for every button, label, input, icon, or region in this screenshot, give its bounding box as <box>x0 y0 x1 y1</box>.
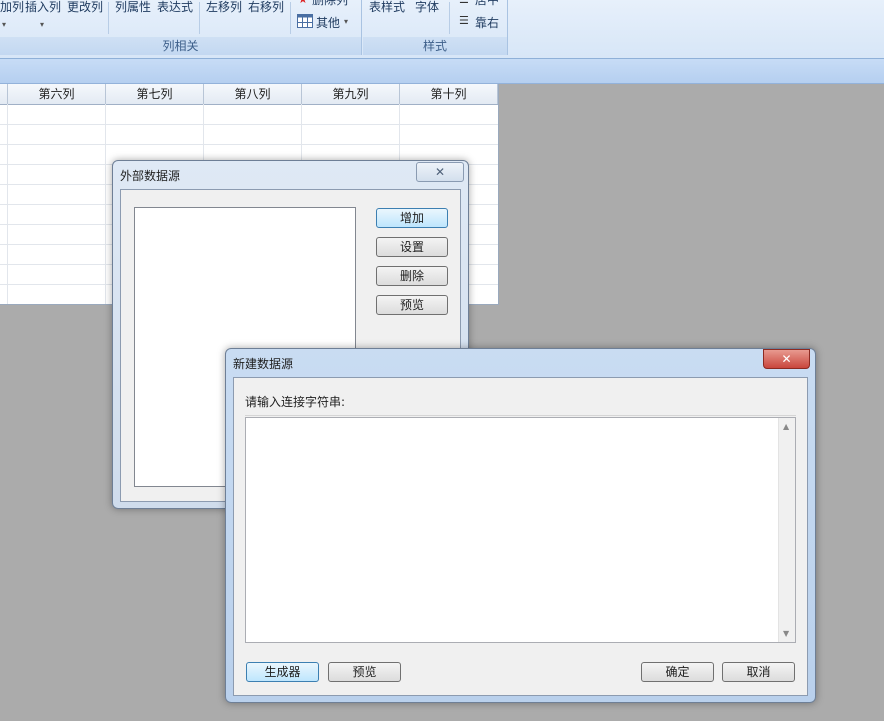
dialog-body: 请输入连接字符串: ▲ ▼ 生成器 预览 确定 取消 <box>233 377 808 696</box>
column-header-9[interactable]: 第九列 <box>302 84 400 104</box>
add-column-button[interactable]: 加列 <box>0 0 24 15</box>
other-dropdown-arrow-icon[interactable]: ▾ <box>344 17 348 26</box>
generator-button[interactable]: 生成器 <box>246 662 319 682</box>
column-header-6[interactable]: 第六列 <box>8 84 106 104</box>
settings-button[interactable]: 设置 <box>376 237 448 257</box>
cancel-button[interactable]: 取消 <box>722 662 795 682</box>
ribbon-separator <box>108 2 109 34</box>
group-caption-columns: 列相关 <box>0 37 361 55</box>
ok-button[interactable]: 确定 <box>641 662 714 682</box>
table-style-button[interactable]: 表样式 <box>369 0 405 15</box>
column-header-7[interactable]: 第七列 <box>106 84 204 104</box>
font-button[interactable]: 字体 <box>415 0 439 15</box>
toolbar-strip <box>0 59 884 84</box>
close-icon[interactable]: ✕ <box>763 349 810 369</box>
align-center-button[interactable]: 居中 <box>475 0 499 8</box>
expression-button[interactable]: 表达式 <box>157 0 193 15</box>
ribbon-separator <box>199 2 200 34</box>
delete-column-button[interactable]: 删除列 <box>312 0 348 8</box>
connection-string-input[interactable]: ▲ ▼ <box>245 417 796 643</box>
delete-button[interactable]: 删除 <box>376 266 448 286</box>
scroll-up-icon[interactable]: ▲ <box>783 422 789 431</box>
align-center-icon[interactable]: ☰ <box>459 0 469 6</box>
group-caption-style: 样式 <box>363 37 507 55</box>
align-right-icon[interactable]: ☰ <box>459 14 469 27</box>
change-column-button[interactable]: 更改列 <box>67 0 103 15</box>
table-icon <box>297 14 313 28</box>
column-header-partial[interactable] <box>0 84 8 104</box>
insert-column-button[interactable]: 插入列 <box>25 0 61 15</box>
connection-string-label: 请输入连接字符串: <box>245 395 346 409</box>
preview-button[interactable]: 预览 <box>328 662 401 682</box>
preview-button[interactable]: 预览 <box>376 295 448 315</box>
grid-header: 第六列 第七列 第八列 第九列 第十列 <box>0 84 498 105</box>
column-properties-button[interactable]: 列属性 <box>115 0 151 15</box>
column-header-8[interactable]: 第八列 <box>204 84 302 104</box>
add-column-dropdown-arrow-icon[interactable]: ▾ <box>2 20 6 29</box>
close-icon[interactable]: ✕ <box>416 162 464 182</box>
scrollbar[interactable]: ▲ ▼ <box>778 418 795 642</box>
ribbon-separator <box>290 2 291 34</box>
dialog-title: 新建数据源 <box>233 357 294 371</box>
align-right-button[interactable]: 靠右 <box>475 14 499 31</box>
ribbon-group-style: 表样式 字体 ☰ 居中 ☰ 靠右 样式 <box>363 0 508 55</box>
dialog-title: 外部数据源 <box>120 169 181 183</box>
delete-column-icon[interactable]: ★ <box>298 0 308 6</box>
other-menu-button[interactable]: 其他 <box>316 14 340 31</box>
ribbon-separator <box>449 2 450 34</box>
ribbon-group-columns: 加列 ▾ 插入列 ▾ 更改列 列属性 表达式 左移列 右移列 ★ 删除列 其他 … <box>0 0 362 55</box>
grid-line <box>0 144 498 145</box>
add-button[interactable]: 增加 <box>376 208 448 228</box>
column-header-10[interactable]: 第十列 <box>400 84 498 104</box>
divider <box>245 415 796 416</box>
insert-column-dropdown-arrow-icon[interactable]: ▾ <box>40 20 44 29</box>
move-column-right-button[interactable]: 右移列 <box>248 0 284 15</box>
new-data-source-dialog: 新建数据源 ✕ 请输入连接字符串: ▲ ▼ 生成器 预览 确定 取消 <box>225 348 816 703</box>
scroll-down-icon[interactable]: ▼ <box>783 629 789 638</box>
ribbon: 加列 ▾ 插入列 ▾ 更改列 列属性 表达式 左移列 右移列 ★ 删除列 其他 … <box>0 0 884 59</box>
move-column-left-button[interactable]: 左移列 <box>206 0 242 15</box>
grid-line <box>0 124 498 125</box>
